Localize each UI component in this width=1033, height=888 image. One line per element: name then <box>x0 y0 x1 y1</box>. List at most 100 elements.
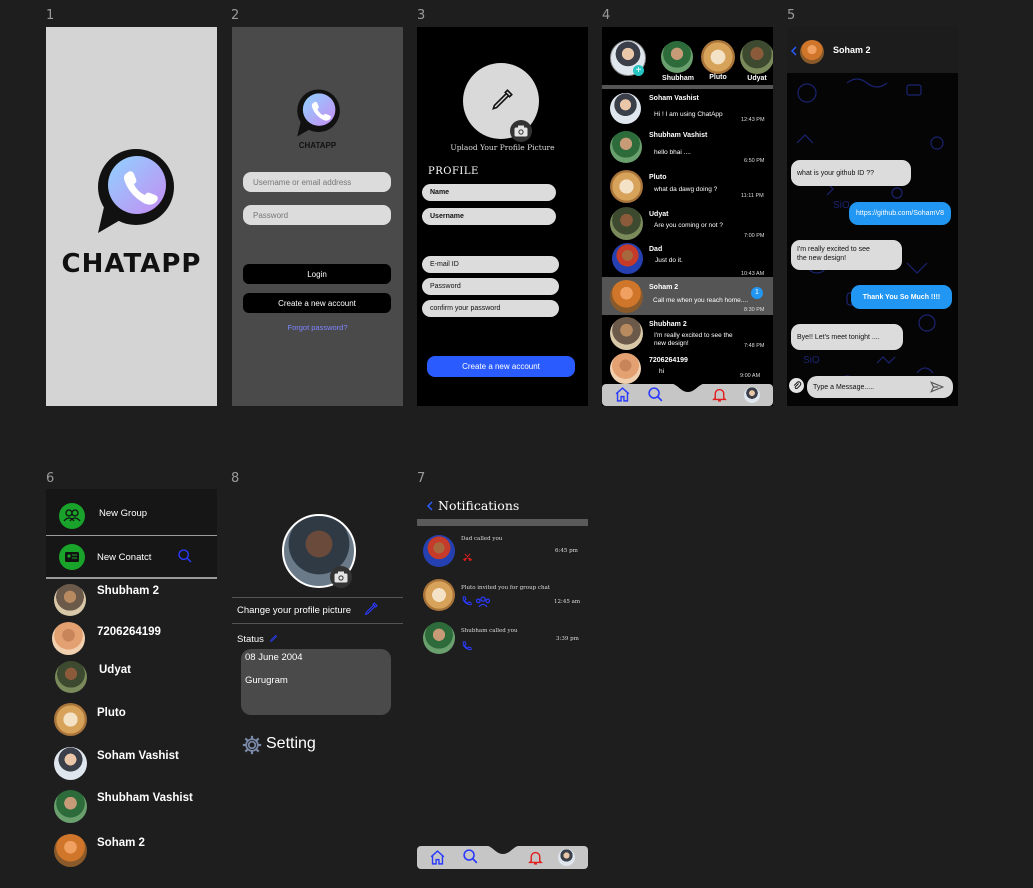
chat-name: Dad <box>649 246 663 253</box>
notification-item[interactable]: Pluto invited you for group chat 12:45 a… <box>417 577 588 615</box>
divider <box>232 623 403 624</box>
attach-icon[interactable] <box>789 378 804 393</box>
login-button[interactable]: Login <box>243 264 391 284</box>
add-story-icon[interactable]: + <box>633 65 644 76</box>
message-bubble-sent: Thank You So Much !!!! <box>851 285 952 309</box>
password-field[interactable]: Password <box>422 278 559 295</box>
contact-name: Shubham Vashist <box>97 792 193 804</box>
username-field[interactable]: Username <box>422 208 556 225</box>
notification-time: 6:45 pm <box>555 548 578 554</box>
chat-row[interactable]: Shubham 2 I'm really excited to see the … <box>602 317 773 351</box>
profile-heading: PROFILE <box>428 166 479 177</box>
setting-label[interactable]: Setting <box>266 735 316 753</box>
contact-avatar[interactable] <box>800 40 824 64</box>
search-icon[interactable] <box>647 386 664 403</box>
chat-row[interactable]: Pluto what da dawg doing ? 11:11 PM <box>602 169 773 205</box>
confirm-password-field[interactable]: confirm your password <box>422 300 559 317</box>
story-name: Pluto <box>709 74 727 81</box>
chat-row-selected[interactable]: Soham 2 Call me when you reach home.... … <box>602 277 773 315</box>
profile-avatar[interactable] <box>744 387 760 403</box>
phone-icon[interactable] <box>461 595 472 607</box>
contact-avatar <box>54 703 87 736</box>
bell-icon[interactable] <box>527 849 544 866</box>
email-field[interactable]: E-mail ID <box>422 256 559 273</box>
notification-avatar <box>423 535 455 567</box>
nav-notch <box>483 845 523 854</box>
profile-avatar[interactable] <box>558 849 575 866</box>
username-input[interactable]: Username or email address <box>243 172 391 192</box>
notification-avatar <box>423 622 455 654</box>
story-avatar[interactable] <box>661 41 693 73</box>
chat-name: 7206264199 <box>649 357 688 364</box>
chat-avatar <box>610 170 643 203</box>
camera-icon[interactable] <box>330 566 352 588</box>
chat-row[interactable]: 7206264199 hi 9:00 AM <box>602 351 773 385</box>
profile-screen: Change your profile picture Status 08 Ju… <box>232 489 403 869</box>
message-bubble-received: what is your github ID ?? <box>791 160 911 186</box>
contact-row[interactable]: Soham Vashist <box>46 745 217 781</box>
notification-text: Pluto invited you for group chat <box>461 585 550 591</box>
search-icon[interactable] <box>177 548 193 564</box>
name-field[interactable]: Name <box>422 184 556 201</box>
chat-time: 9:00 AM <box>740 373 761 379</box>
contact-card-icon <box>59 544 85 570</box>
splash-screen: CHATAPP <box>46 27 217 406</box>
story-avatar[interactable] <box>701 40 735 74</box>
contact-row[interactable]: Soham 2 <box>46 832 217 868</box>
chat-row[interactable]: Udyat Are you coming or not ? 7:00 PM <box>602 207 773 241</box>
contact-row[interactable]: Shubham 2 <box>46 582 217 618</box>
wallpaper-logo-text: SiO <box>803 355 820 366</box>
new-group-row[interactable]: New Group <box>46 489 217 535</box>
frame-number-1: 1 <box>46 8 55 23</box>
password-input[interactable]: Password <box>243 205 391 225</box>
message-line: the new design! <box>797 255 847 262</box>
bell-icon[interactable] <box>711 386 728 403</box>
change-picture-label[interactable]: Change your profile picture <box>237 605 351 616</box>
new-contact-label: New Conatct <box>97 552 152 563</box>
pencil-icon[interactable] <box>269 633 279 643</box>
notification-time: 3:39 pm <box>556 636 579 642</box>
contact-row[interactable]: Pluto <box>46 701 217 737</box>
group-icon[interactable] <box>475 595 491 608</box>
create-account-button[interactable]: Create a new account <box>243 293 391 313</box>
send-icon[interactable] <box>930 381 944 393</box>
contact-row[interactable]: 7206264199 <box>46 620 217 656</box>
new-contact-row[interactable]: New Conatct <box>46 536 217 578</box>
back-icon[interactable] <box>426 501 433 511</box>
phone-icon[interactable] <box>461 640 472 652</box>
contacts-screen: New Group New Conatct Shubham 2 72062641… <box>46 489 217 869</box>
contact-row[interactable]: Udyat <box>46 659 217 695</box>
status-box[interactable]: 08 June 2004 Gurugram <box>241 649 391 715</box>
contact-name: Soham 2 <box>833 45 871 55</box>
chat-time: 12:43 PM <box>741 117 765 123</box>
story-name: Udyat <box>747 75 767 82</box>
back-icon[interactable] <box>790 46 797 56</box>
chat-avatar <box>610 280 643 313</box>
chat-list-screen: + Shubham Pluto Udyat Soham Vashist Hi !… <box>602 27 773 406</box>
notification-item[interactable]: Shubham called you 3:39 pm <box>417 621 588 659</box>
chat-avatar <box>612 243 643 274</box>
status-location: Gurugram <box>245 675 288 686</box>
app-logo-icon <box>98 149 174 233</box>
chat-row[interactable]: Soham Vashist Hi ! I am using ChatApp 12… <box>602 91 773 127</box>
chat-name: Udyat <box>649 211 669 218</box>
notification-item[interactable]: Dad called you 6:45 pm <box>417 533 588 571</box>
pencil-icon[interactable] <box>363 601 379 617</box>
camera-icon[interactable] <box>510 120 532 142</box>
chat-avatar <box>610 317 643 350</box>
notifications-title: Notifications <box>438 498 520 513</box>
forgot-password-link[interactable]: Forgot password? <box>232 323 403 332</box>
chat-row[interactable]: Shubham Vashist hello bhai .... 6:50 PM <box>602 129 773 167</box>
bottom-nav <box>417 845 588 869</box>
home-icon[interactable] <box>429 849 446 866</box>
story-avatar[interactable] <box>740 40 773 74</box>
contact-row[interactable]: Shubham Vashist <box>46 788 217 824</box>
gear-icon[interactable] <box>242 735 262 755</box>
notification-text: Dad called you <box>461 536 503 542</box>
search-icon[interactable] <box>462 848 479 865</box>
login-app-name: CHATAPP <box>298 141 337 150</box>
frame-number-6: 6 <box>46 471 55 486</box>
home-icon[interactable] <box>614 386 631 403</box>
chat-row[interactable]: Dad Just do it. 10:43 AM <box>602 241 773 277</box>
create-account-button[interactable]: Create a new account <box>427 356 575 377</box>
